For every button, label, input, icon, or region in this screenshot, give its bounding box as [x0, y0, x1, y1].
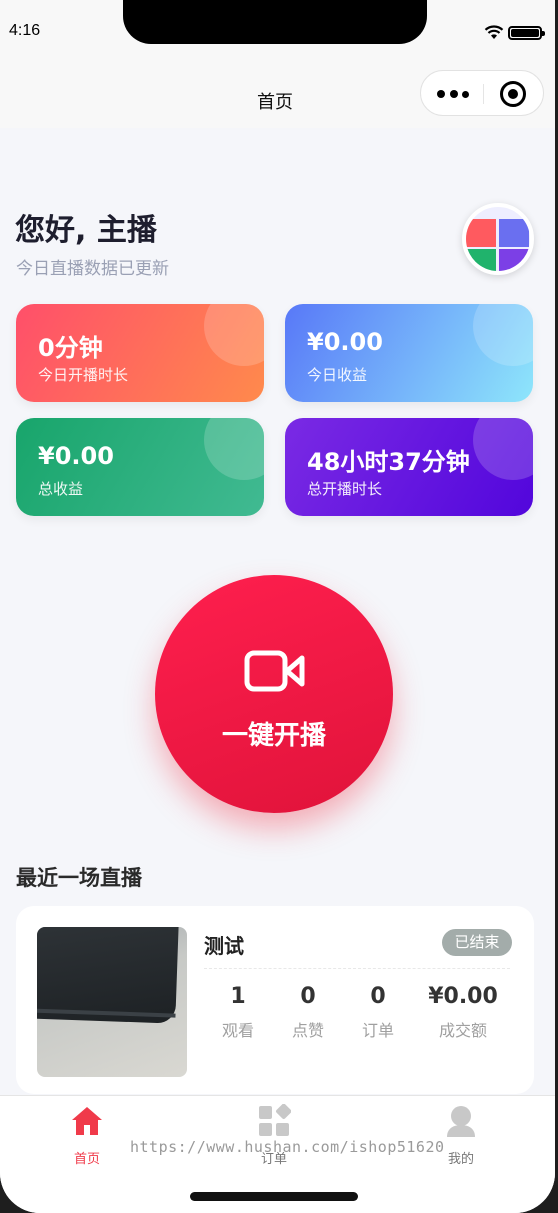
- capsule-divider: [483, 84, 484, 104]
- user-icon: [447, 1106, 475, 1137]
- stat-label: 今日开播时长: [38, 366, 129, 384]
- stat-value: ¥0.00: [38, 442, 114, 470]
- stat-value: 0分钟: [38, 334, 103, 362]
- video-camera-icon: [244, 650, 305, 692]
- metric-label: 观看: [221, 1021, 254, 1040]
- metric-orders: 0 订单: [343, 984, 413, 1041]
- stat-label: 总收益: [38, 480, 84, 498]
- start-live-label: 一键开播: [221, 721, 326, 751]
- metric-value: 1: [230, 984, 246, 1009]
- metric-value: 0: [300, 984, 316, 1009]
- close-miniprogram-icon[interactable]: [500, 81, 526, 107]
- home-icon: [72, 1107, 102, 1135]
- tab-label: 首页: [73, 1152, 100, 1167]
- navigation-bar: 首页: [0, 62, 555, 128]
- metric-sales: ¥0.00 成交额: [418, 984, 508, 1041]
- status-badge: 已结束: [442, 929, 512, 956]
- more-icon[interactable]: [437, 90, 471, 100]
- watermark: https://www.hushan.com/ishop51620: [130, 1138, 445, 1156]
- metric-label: 成交额: [438, 1021, 487, 1040]
- live-thumbnail: [37, 927, 187, 1077]
- live-title: 测试: [204, 934, 244, 958]
- tab-orders[interactable]: 订单: [229, 1103, 319, 1167]
- tab-home[interactable]: 首页: [42, 1104, 132, 1167]
- stat-card-total-duration[interactable]: 48小时37分钟 总开播时长: [285, 418, 533, 516]
- notch: [123, 0, 427, 44]
- stat-label: 今日收益: [307, 366, 368, 384]
- status-bar: 4:16: [0, 0, 555, 62]
- miniprogram-capsule: [420, 70, 544, 116]
- metric-label: 点赞: [291, 1021, 324, 1040]
- battery-icon: [508, 26, 545, 40]
- greeting-subtitle: 今日直播数据已更新: [16, 259, 169, 279]
- avatar[interactable]: [462, 203, 534, 275]
- stat-card-today-income[interactable]: ¥0.00 今日收益: [285, 304, 533, 402]
- stat-label: 总开播时长: [307, 480, 383, 498]
- metric-value: ¥0.00: [428, 984, 498, 1009]
- stat-card-total-income[interactable]: ¥0.00 总收益: [16, 418, 264, 516]
- section-title: 最近一场直播: [16, 866, 142, 890]
- home-indicator: [190, 1192, 358, 1201]
- metric-value: 0: [370, 984, 386, 1009]
- metric-views: 1 观看: [203, 984, 273, 1041]
- stat-card-today-duration[interactable]: 0分钟 今日开播时长: [16, 304, 264, 402]
- phone-screen: 4:16 首页 您好, 主播 今日直播数据已更新 0分钟 今日开播时长 ¥0.0…: [0, 0, 555, 1213]
- stat-value: 48小时37分钟: [307, 448, 470, 476]
- metric-likes: 0 点赞: [273, 984, 343, 1041]
- tab-profile[interactable]: 我的: [416, 1104, 506, 1167]
- stat-value: ¥0.00: [307, 328, 383, 356]
- greeting-title: 您好, 主播: [15, 213, 157, 248]
- wifi-icon: [484, 25, 504, 39]
- status-time: 4:16: [9, 22, 41, 39]
- divider: [204, 968, 510, 969]
- grid-icon: [259, 1103, 292, 1136]
- metric-label: 订单: [361, 1021, 394, 1040]
- recent-live-card[interactable]: 测试 已结束 1 观看 0 点赞 0 订单 ¥0.00 成交额: [16, 906, 534, 1094]
- start-live-button[interactable]: 一键开播: [155, 575, 393, 813]
